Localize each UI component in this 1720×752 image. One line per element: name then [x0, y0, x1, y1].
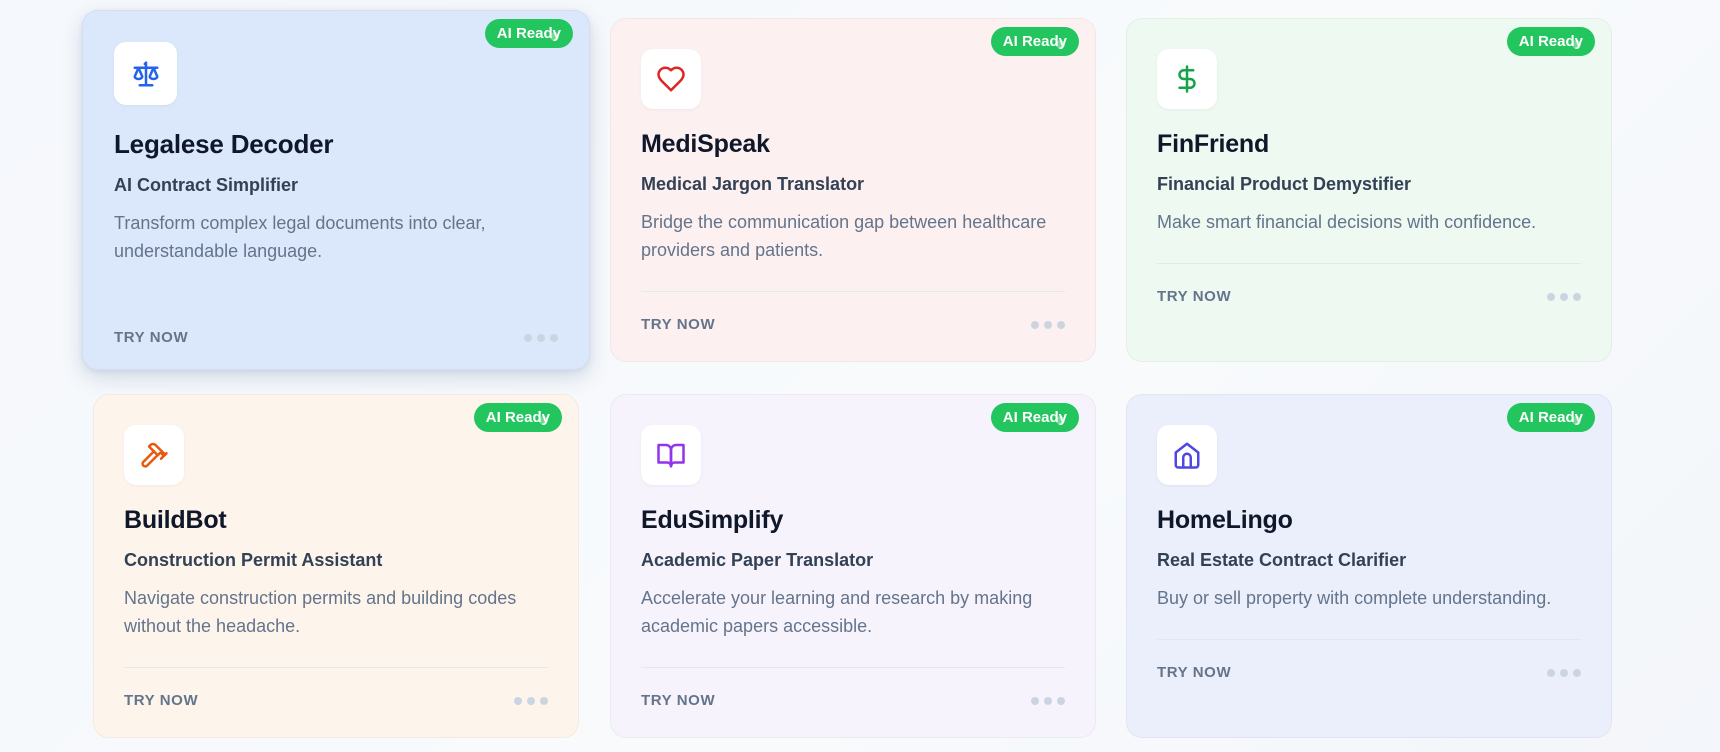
- book-open-icon: [641, 425, 701, 485]
- card-subtitle: Real Estate Contract Clarifier: [1157, 550, 1407, 570]
- ai-ready-badge: AI Ready: [484, 19, 573, 48]
- card-finfriend[interactable]: AI Ready FinFriend Financial Product Dem…: [1126, 18, 1612, 362]
- card-title: EduSimplify: [641, 506, 784, 534]
- card-footer: TRY NOW: [1157, 263, 1581, 305]
- ai-ready-badge: AI Ready: [1506, 403, 1595, 432]
- dollar-icon: [1157, 49, 1217, 109]
- ai-ready-badge: AI Ready: [473, 403, 562, 432]
- try-now-link[interactable]: TRY NOW: [1157, 664, 1231, 681]
- ai-ready-badge: AI Ready: [990, 403, 1079, 432]
- try-now-link[interactable]: TRY NOW: [114, 329, 188, 346]
- try-now-link[interactable]: TRY NOW: [641, 316, 715, 333]
- try-now-link[interactable]: TRY NOW: [1157, 288, 1231, 305]
- card-homelingo[interactable]: AI Ready HomeLingo Real Estate Contract …: [1126, 394, 1612, 738]
- card-description: Navigate construction permits and buildi…: [124, 588, 517, 636]
- card-description: Bridge the communication gap between hea…: [641, 212, 1047, 260]
- more-dots-icon[interactable]: [524, 333, 558, 342]
- more-dots-icon[interactable]: [1547, 668, 1581, 677]
- more-dots-icon[interactable]: [1031, 320, 1065, 329]
- card-title: Legalese Decoder: [114, 129, 334, 159]
- card-title: BuildBot: [124, 506, 227, 534]
- card-title: HomeLingo: [1157, 506, 1293, 534]
- card-footer: TRY NOW: [641, 667, 1065, 709]
- more-dots-icon[interactable]: [1031, 696, 1065, 705]
- card-subtitle: AI Contract Simplifier: [114, 175, 299, 195]
- card-medispeak[interactable]: AI Ready MediSpeak Medical Jargon Transl…: [610, 18, 1096, 362]
- try-now-link[interactable]: TRY NOW: [124, 692, 198, 709]
- heart-icon: [641, 49, 701, 109]
- card-footer: TRY NOW: [114, 305, 558, 346]
- card-title: FinFriend: [1157, 130, 1270, 158]
- card-footer: TRY NOW: [1157, 639, 1581, 681]
- try-now-link[interactable]: TRY NOW: [641, 692, 715, 709]
- more-dots-icon[interactable]: [1547, 292, 1581, 301]
- card-footer: TRY NOW: [124, 667, 548, 709]
- card-legalese-decoder[interactable]: AI Ready Legalese Decoder AI Contract Si…: [82, 10, 590, 370]
- card-subtitle: Academic Paper Translator: [641, 550, 874, 570]
- product-card-grid: AI Ready Legalese Decoder AI Contract Si…: [0, 0, 1720, 752]
- card-description: Buy or sell property with complete under…: [1157, 588, 1552, 608]
- card-footer: TRY NOW: [641, 291, 1065, 333]
- card-edusimplify[interactable]: AI Ready EduSimplify Academic Paper Tran…: [610, 394, 1096, 738]
- hammer-icon: [124, 425, 184, 485]
- card-subtitle: Medical Jargon Translator: [641, 174, 865, 194]
- card-subtitle: Construction Permit Assistant: [124, 550, 383, 570]
- ai-ready-badge: AI Ready: [1506, 27, 1595, 56]
- card-title: MediSpeak: [641, 130, 770, 158]
- more-dots-icon[interactable]: [514, 696, 548, 705]
- home-icon: [1157, 425, 1217, 485]
- card-subtitle: Financial Product Demystifier: [1157, 174, 1412, 194]
- card-buildbot[interactable]: AI Ready BuildBot Construction Permit As…: [93, 394, 579, 738]
- card-description: Accelerate your learning and research by…: [641, 588, 1033, 636]
- card-description: Make smart financial decisions with conf…: [1157, 212, 1537, 232]
- ai-ready-badge: AI Ready: [990, 27, 1079, 56]
- scale-icon: [114, 42, 177, 105]
- card-description: Transform complex legal documents into c…: [114, 213, 486, 261]
